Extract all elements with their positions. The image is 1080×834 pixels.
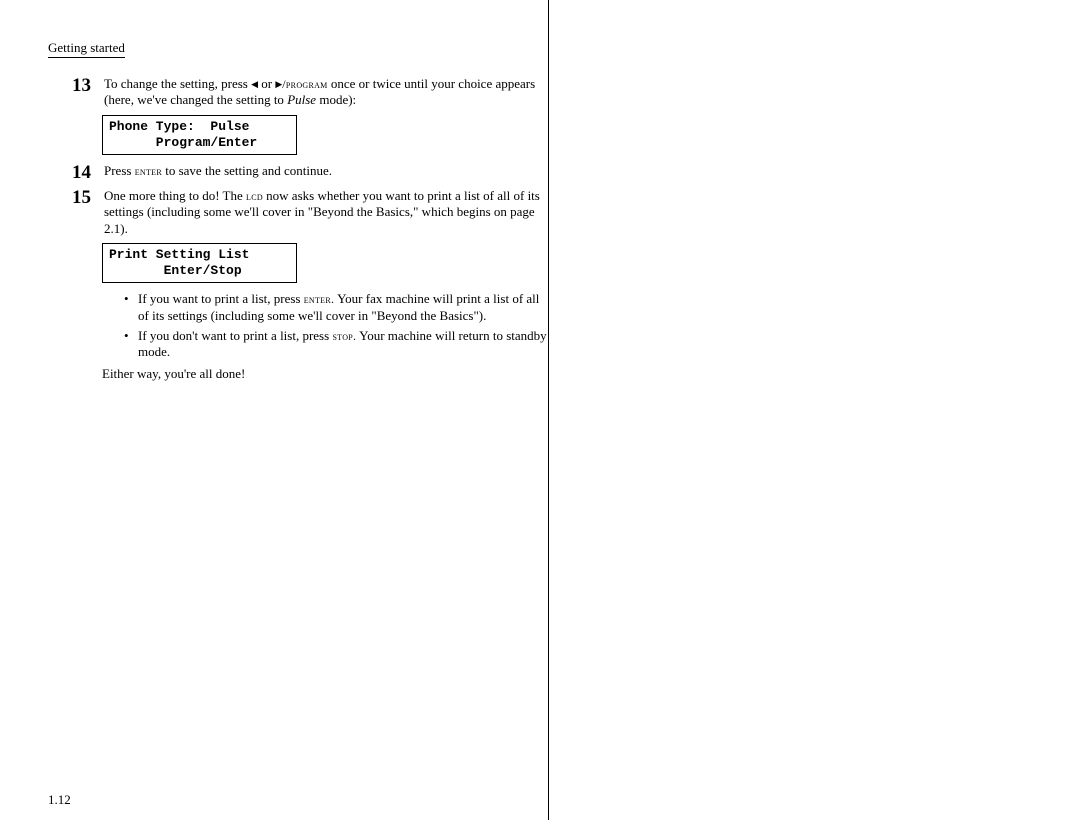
step-15: 15 One more thing to do! The lcd now ask… <box>48 188 548 237</box>
text: mode): <box>316 92 356 107</box>
lcd-display-phone-type: Phone Type: Pulse Program/Enter <box>102 115 297 156</box>
page-number: 1.12 <box>48 792 71 808</box>
lcd-display-print-setting: Print Setting List Enter/Stop <box>102 243 297 284</box>
text: If you don't want to print a list, press <box>138 328 332 343</box>
list-item: If you don't want to print a list, press… <box>124 328 548 361</box>
text: Press <box>104 163 135 178</box>
lcd-line: Program/Enter <box>109 135 257 150</box>
right-arrow-icon: ▶ <box>275 79 282 89</box>
text: to save the setting and continue. <box>162 163 332 178</box>
step-number: 15 <box>48 188 102 237</box>
step-body: To change the setting, press ◀ or ▶/prog… <box>102 76 548 109</box>
manual-page: Getting started 13 To change the setting… <box>48 0 549 820</box>
text: If you want to print a list, press <box>138 291 304 306</box>
closing-text: Either way, you're all done! <box>102 366 548 382</box>
lcd-label: lcd <box>246 189 263 203</box>
page-header: Getting started <box>48 40 125 58</box>
text: One more thing to do! The <box>104 188 246 203</box>
key-enter: enter <box>135 164 162 178</box>
lcd-line: Phone Type: Pulse <box>109 119 249 134</box>
key-stop: stop. <box>332 329 356 343</box>
step-body: One more thing to do! The lcd now asks w… <box>102 188 548 237</box>
lcd-line: Enter/Stop <box>109 263 242 278</box>
key-enter: enter. <box>304 292 335 306</box>
step-body: Press enter to save the setting and cont… <box>102 163 548 182</box>
step-number: 14 <box>48 163 102 182</box>
step-number: 13 <box>48 76 102 109</box>
left-arrow-icon: ◀ <box>251 79 258 89</box>
bullet-list: If you want to print a list, press enter… <box>124 291 548 360</box>
step-13: 13 To change the setting, press ◀ or ▶/p… <box>48 76 548 109</box>
text: To change the setting, press <box>104 76 251 91</box>
bullet-section: If you want to print a list, press enter… <box>102 291 548 382</box>
pulse-mode: Pulse <box>287 92 316 107</box>
text: or <box>258 76 275 91</box>
lcd-line: Print Setting List <box>109 247 249 262</box>
key-program: /program <box>282 77 327 91</box>
step-14: 14 Press enter to save the setting and c… <box>48 163 548 182</box>
list-item: If you want to print a list, press enter… <box>124 291 548 324</box>
